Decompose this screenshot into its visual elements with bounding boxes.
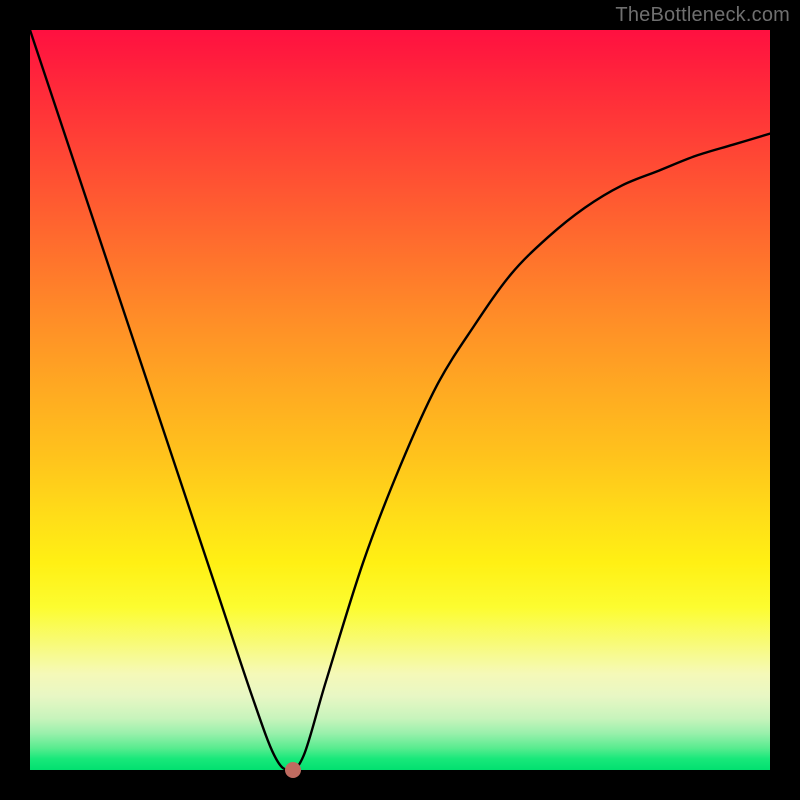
- chart-frame: TheBottleneck.com: [0, 0, 800, 800]
- attribution-label: TheBottleneck.com: [615, 4, 790, 27]
- plot-area: [30, 30, 770, 770]
- optimum-marker: [285, 762, 301, 778]
- bottleneck-curve: [30, 30, 770, 770]
- curve-svg: [30, 30, 770, 770]
